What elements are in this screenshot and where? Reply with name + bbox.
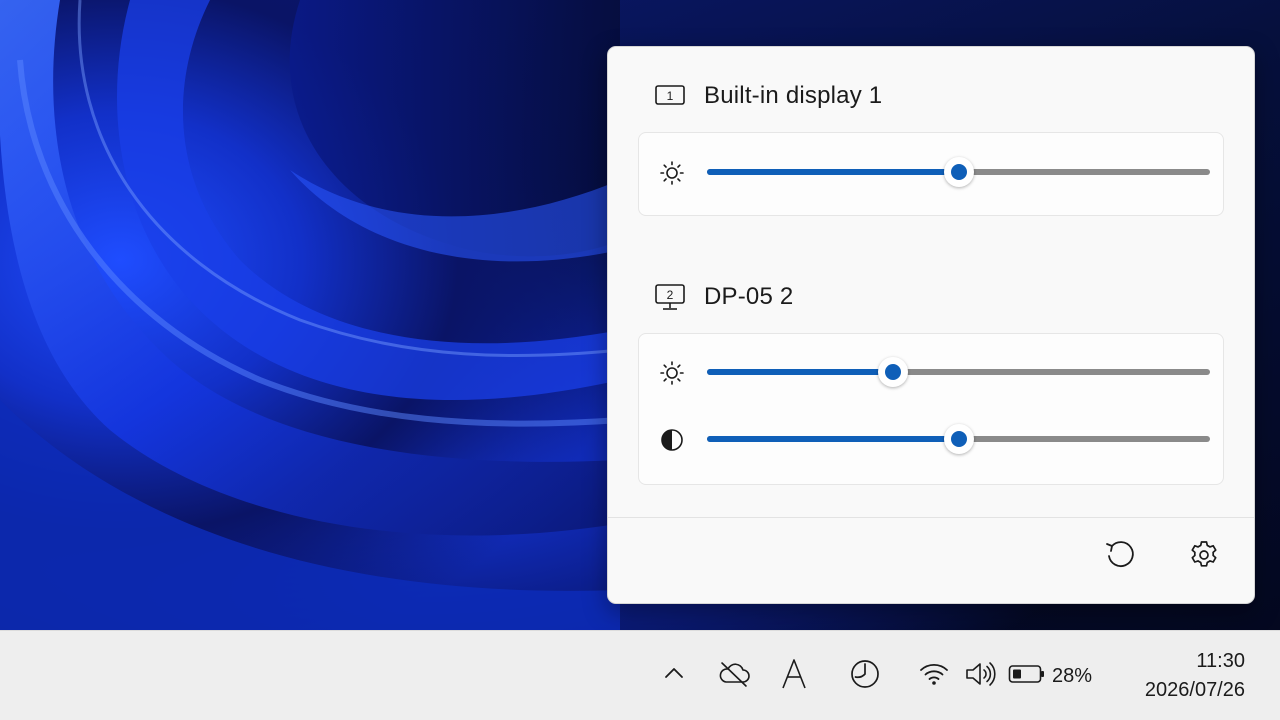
monitor-2-name: DP-05 2	[704, 283, 794, 310]
settings-button[interactable]	[1186, 539, 1222, 575]
contrast-icon	[659, 427, 685, 453]
brightness-icon	[659, 160, 685, 186]
clock-time: 11:30	[1196, 650, 1245, 672]
chevron-up-icon	[662, 662, 686, 691]
onedrive-tray-button[interactable]	[714, 656, 754, 696]
network-volume-battery-button[interactable]: 28%	[916, 656, 1116, 696]
font-icon	[780, 658, 808, 695]
battery-percentage: 28%	[1052, 664, 1093, 687]
clock-app-icon	[849, 658, 881, 695]
slider-thumb[interactable]	[943, 157, 974, 187]
monitor-1-header: 1 Built-in display 1	[654, 80, 882, 112]
clock-button[interactable]: 11:30 2026/07/26	[1145, 647, 1245, 705]
slider-thumb[interactable]	[878, 357, 909, 387]
show-hidden-icons-button[interactable]	[658, 656, 690, 696]
slider-fill	[707, 369, 894, 375]
slider-fill	[707, 436, 959, 442]
slider-fill	[707, 169, 959, 175]
footer-divider	[608, 517, 1254, 518]
monitor-app-tray-button[interactable]	[846, 656, 884, 696]
monitor-2-brightness-slider[interactable]	[707, 357, 1210, 387]
input-method-button[interactable]	[776, 656, 812, 696]
monitor-2-contrast-slider[interactable]	[707, 424, 1210, 454]
battery-icon	[1008, 663, 1046, 690]
monitor-1-controls-card	[638, 132, 1224, 216]
monitor-1-brightness-slider[interactable]	[707, 157, 1210, 187]
slider-thumb[interactable]	[943, 424, 974, 454]
monitor-1-number: 1	[667, 89, 674, 103]
brightness-icon	[659, 360, 685, 386]
monitor-2-controls-card	[638, 333, 1224, 485]
taskbar: 28% 11:30 2026/07/26	[0, 630, 1280, 720]
cloud-off-icon	[717, 660, 751, 693]
monitor-2-header: 2 DP-05 2	[654, 281, 793, 313]
reset-button[interactable]	[1102, 539, 1138, 575]
wifi-icon	[918, 660, 950, 693]
monitor-2-number: 2	[667, 288, 674, 302]
reset-icon	[1103, 538, 1137, 577]
clock-date: 2026/07/26	[1144, 679, 1245, 701]
monitor-2-brightness-row	[639, 352, 1223, 392]
monitor-1-brightness-row	[639, 152, 1223, 192]
external-monitor-icon: 2	[654, 283, 686, 311]
laptop-display-icon: 1	[654, 82, 686, 110]
volume-icon	[964, 660, 996, 693]
gear-icon	[1188, 539, 1220, 576]
monitor-1-name: Built-in display 1	[704, 82, 883, 109]
monitor-2-contrast-row	[639, 419, 1223, 459]
monitor-brightness-flyout: 1 Built-in display 1 2 DP-05 2	[607, 46, 1255, 604]
